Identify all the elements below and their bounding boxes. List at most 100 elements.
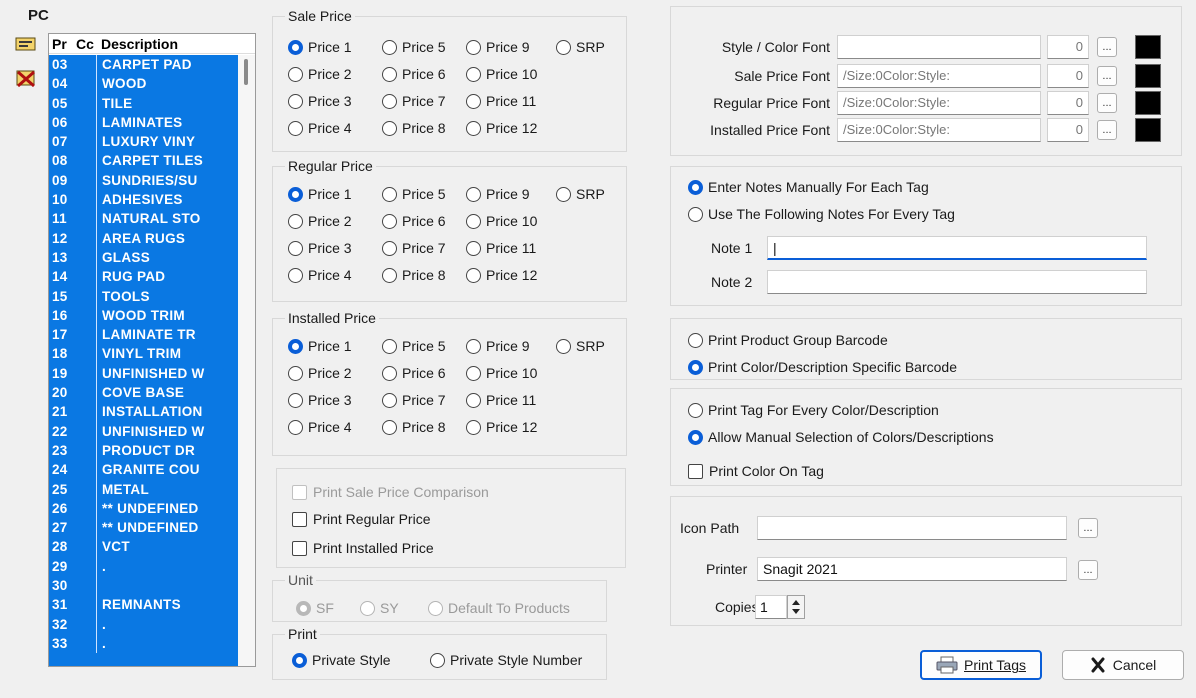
regular-price-option-13[interactable]: Price 12 <box>466 265 537 285</box>
font-color-swatch-style-color[interactable] <box>1135 35 1161 59</box>
regular-price-option-11[interactable]: Price 4 <box>288 265 352 285</box>
allow-manual-selection-radio[interactable]: Allow Manual Selection of Colors/Descrip… <box>688 427 994 447</box>
regular-price-option-8[interactable]: Price 3 <box>288 238 352 258</box>
installed-price-option-9[interactable]: Price 7 <box>382 390 446 410</box>
list-row[interactable]: 23 PRODUCT DR <box>49 440 239 461</box>
font-value-style-color[interactable] <box>837 35 1041 59</box>
installed-price-option-1[interactable]: Price 1 <box>288 336 352 356</box>
list-row[interactable]: 09 SUNDRIES/SU <box>49 170 239 191</box>
list-row[interactable]: 30 <box>49 576 239 596</box>
list-row[interactable]: 04 WOOD <box>49 74 239 94</box>
sale-price-option-11[interactable]: Price 4 <box>288 118 352 138</box>
installed-price-option-10[interactable]: Price 11 <box>466 390 536 410</box>
installed-price-option-7[interactable]: Price 10 <box>466 363 537 383</box>
note1-input[interactable]: | <box>767 236 1147 260</box>
list-row[interactable]: 31 REMNANTS <box>49 595 239 615</box>
list-row[interactable]: 19 UNFINISHED W <box>49 363 239 384</box>
list-row[interactable]: 13 GLASS <box>49 247 239 268</box>
list-row[interactable]: 16 WOOD TRIM <box>49 305 239 326</box>
sale-price-option-5[interactable]: Price 2 <box>288 64 352 84</box>
list-rows[interactable]: 03 CARPET PAD 04 WOOD 05 TILE 06 LAMINATES 07 LUX… <box>49 55 239 666</box>
list-row[interactable]: 15 TOOLS <box>49 286 239 306</box>
list-row[interactable]: 33. <box>49 633 239 654</box>
list-row[interactable]: 18 VINYL TRIM <box>49 344 239 364</box>
print-specific-barcode-radio[interactable]: Print Color/Description Specific Barcode <box>688 357 957 377</box>
installed-price-option-2[interactable]: Price 5 <box>382 336 446 356</box>
col-header-pr[interactable]: Pr <box>49 34 73 53</box>
sale-price-option-1[interactable]: Price 1 <box>288 37 352 57</box>
list-row[interactable]: 08 CARPET TILES <box>49 151 239 171</box>
sale-price-option-6[interactable]: Price 6 <box>382 64 446 84</box>
list-row[interactable]: 06 LAMINATES <box>49 112 239 133</box>
enter-notes-manually-radio[interactable]: Enter Notes Manually For Each Tag <box>688 177 929 197</box>
font-value-sale[interactable]: /Size:0Color:Style: <box>837 64 1041 88</box>
regular-price-option-1[interactable]: Price 1 <box>288 184 352 204</box>
installed-price-option-3[interactable]: Price 9 <box>466 336 530 356</box>
regular-price-option-12[interactable]: Price 8 <box>382 265 446 285</box>
clear-selection-icon[interactable] <box>14 68 38 90</box>
list-row[interactable]: 20 COVE BASE <box>49 383 239 403</box>
font-color-swatch-installed[interactable] <box>1135 118 1161 142</box>
installed-price-option-13[interactable]: Price 12 <box>466 417 537 437</box>
installed-price-option-8[interactable]: Price 3 <box>288 390 352 410</box>
font-browse-button-regular[interactable]: ... <box>1097 93 1117 113</box>
font-size-regular[interactable]: 0 <box>1047 91 1089 115</box>
print-tags-button[interactable]: Print Tags <box>920 650 1042 680</box>
list-row[interactable]: 21 INSTALLATION <box>49 402 239 422</box>
copies-stepper[interactable] <box>787 595 805 619</box>
list-row[interactable]: 26 ** UNDEFINED <box>49 498 239 519</box>
note2-input[interactable] <box>767 270 1147 294</box>
list-row[interactable]: 25 METAL <box>49 479 239 499</box>
sale-price-option-2[interactable]: Price 5 <box>382 37 446 57</box>
sale-price-option-7[interactable]: Price 10 <box>466 64 537 84</box>
regular-price-option-3[interactable]: Price 9 <box>466 184 530 204</box>
regular-price-option-10[interactable]: Price 11 <box>466 238 536 258</box>
printer-browse-button[interactable]: ... <box>1078 560 1098 580</box>
list-row[interactable]: 12 AREA RUGS <box>49 228 239 248</box>
font-color-swatch-regular[interactable] <box>1135 91 1161 115</box>
font-size-installed[interactable]: 0 <box>1047 118 1089 142</box>
product-code-icon[interactable] <box>14 34 38 54</box>
regular-price-option-6[interactable]: Price 6 <box>382 211 446 231</box>
print-sale-comparison-checkbox[interactable]: Print Sale Price Comparison <box>292 482 489 502</box>
icon-path-browse-button[interactable]: ... <box>1078 518 1098 538</box>
list-row[interactable]: 32. <box>49 614 239 634</box>
col-header-description[interactable]: Description <box>97 34 237 53</box>
list-row[interactable]: 28 VCT <box>49 537 239 557</box>
cancel-button[interactable]: Cancel <box>1062 650 1184 680</box>
sale-price-option-10[interactable]: Price 11 <box>466 91 536 111</box>
font-value-regular[interactable]: /Size:0Color:Style: <box>837 91 1041 115</box>
installed-price-option-11[interactable]: Price 4 <box>288 417 352 437</box>
print-color-on-tag-checkbox[interactable]: Print Color On Tag <box>688 461 824 481</box>
list-row[interactable]: 27 ** UNDEFINED <box>49 518 239 538</box>
print-tag-every-radio[interactable]: Print Tag For Every Color/Description <box>688 400 939 420</box>
regular-price-option-2[interactable]: Price 5 <box>382 184 446 204</box>
list-row[interactable]: 22 UNFINISHED W <box>49 421 239 441</box>
sale-price-option-4[interactable]: SRP <box>556 37 605 57</box>
sale-price-option-8[interactable]: Price 3 <box>288 91 352 111</box>
font-size-sale[interactable]: 0 <box>1047 64 1089 88</box>
sale-price-option-12[interactable]: Price 8 <box>382 118 446 138</box>
list-row[interactable]: 07 LUXURY VINY <box>49 132 239 152</box>
regular-price-option-9[interactable]: Price 7 <box>382 238 446 258</box>
sale-price-option-3[interactable]: Price 9 <box>466 37 530 57</box>
regular-price-option-7[interactable]: Price 10 <box>466 211 537 231</box>
list-row[interactable]: 14 RUG PAD <box>49 267 239 287</box>
col-header-cc[interactable]: Cc <box>73 34 97 53</box>
regular-price-option-5[interactable]: Price 2 <box>288 211 352 231</box>
product-code-list[interactable]: Pr Cc Description 03 CARPET PAD 04 WOOD 05 TI… <box>48 33 256 667</box>
installed-price-option-5[interactable]: Price 2 <box>288 363 352 383</box>
printer-input[interactable]: Snagit 2021 <box>757 557 1067 581</box>
print-regular-price-checkbox[interactable]: Print Regular Price <box>292 509 431 529</box>
font-browse-button-sale[interactable]: ... <box>1097 66 1117 86</box>
unit-sf-radio[interactable]: SF <box>296 598 334 618</box>
private-style-number-radio[interactable]: Private Style Number <box>430 650 582 670</box>
list-row[interactable]: 05 TILE <box>49 93 239 113</box>
print-installed-price-checkbox[interactable]: Print Installed Price <box>292 538 434 558</box>
list-scrollbar[interactable] <box>238 55 255 666</box>
font-browse-button-installed[interactable]: ... <box>1097 120 1117 140</box>
print-product-group-barcode-radio[interactable]: Print Product Group Barcode <box>688 330 888 350</box>
font-browse-button-style-color[interactable]: ... <box>1097 37 1117 57</box>
list-row[interactable]: 24 GRANITE COU <box>49 460 239 480</box>
sale-price-option-13[interactable]: Price 12 <box>466 118 537 138</box>
